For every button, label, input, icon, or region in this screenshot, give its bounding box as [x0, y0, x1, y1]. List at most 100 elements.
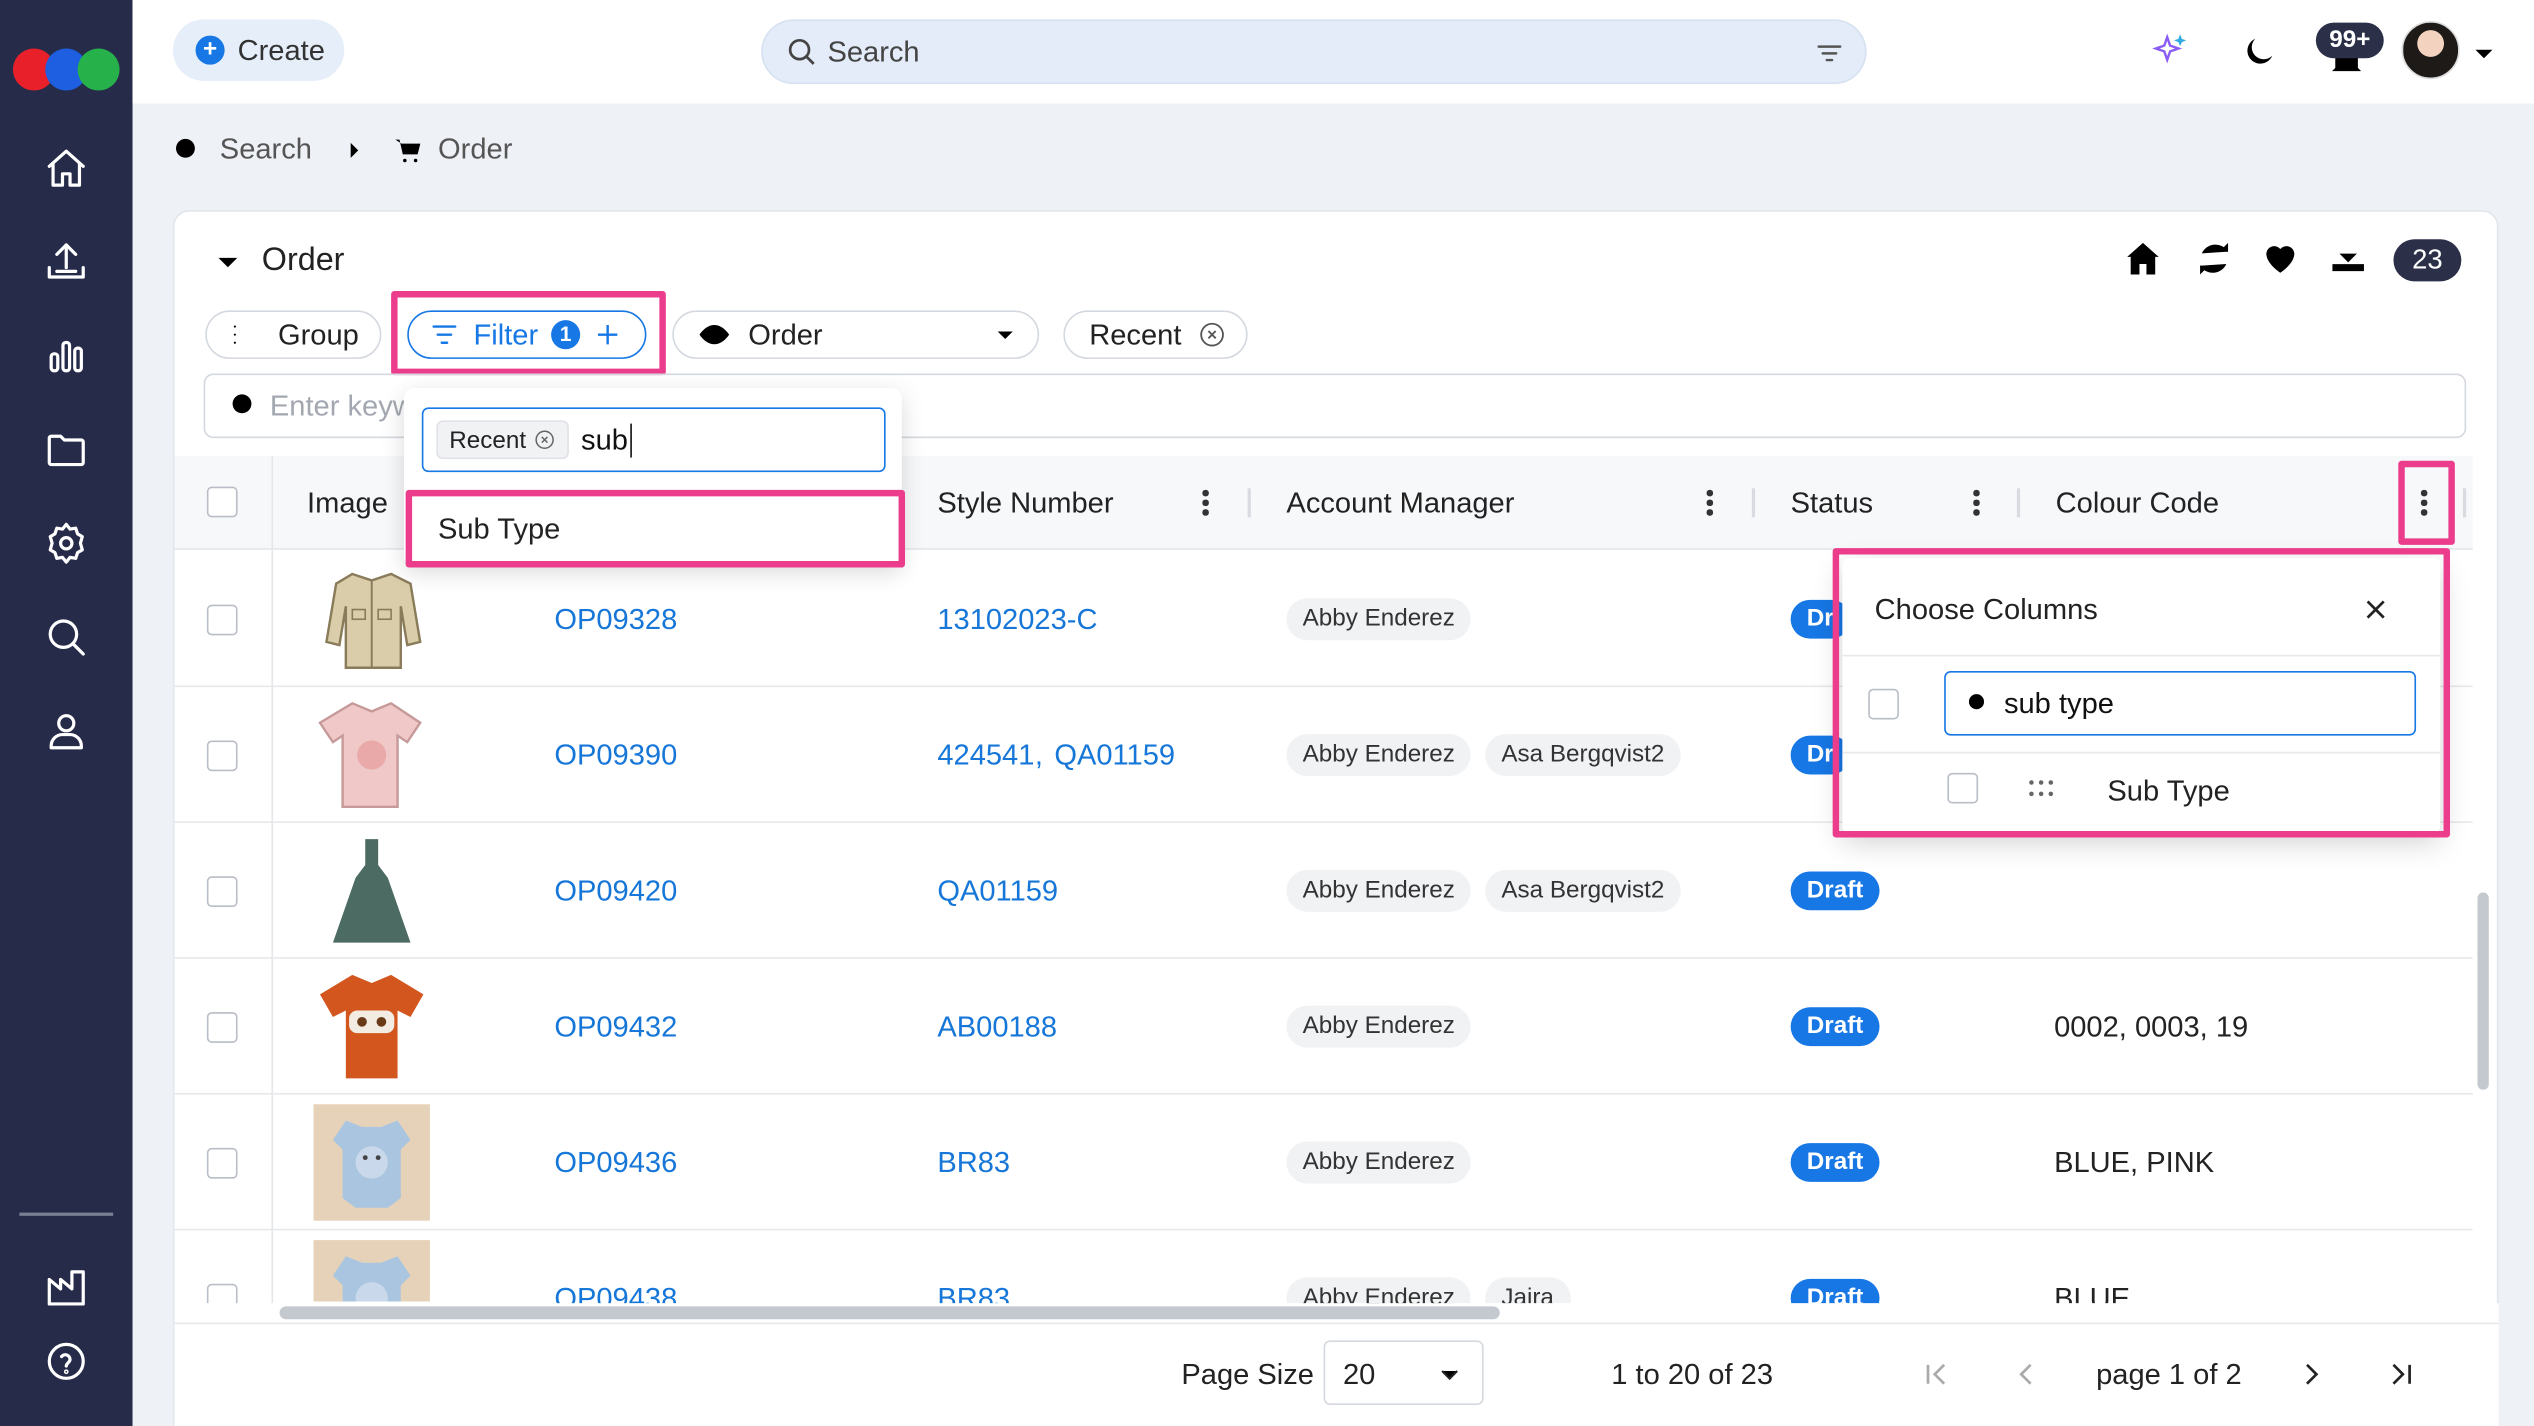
- product-image[interactable]: [313, 1240, 430, 1302]
- sidebar-divider: [19, 1212, 114, 1216]
- style-number-link[interactable]: AB00188: [937, 1010, 1057, 1044]
- option-highlight: [405, 489, 906, 568]
- row-checkbox[interactable]: [206, 876, 238, 908]
- factory-icon[interactable]: [40, 1261, 92, 1313]
- view-select[interactable]: Order: [672, 310, 1040, 359]
- group-label: Group: [277, 317, 359, 351]
- vertical-scrollbar[interactable]: [2477, 892, 2489, 1090]
- filter-lines-icon[interactable]: [1813, 37, 1845, 69]
- upload-icon[interactable]: [40, 236, 92, 288]
- row-checkbox[interactable]: [206, 1147, 238, 1179]
- next-page-icon[interactable]: [2295, 1358, 2327, 1390]
- home-outline-icon[interactable]: [2122, 238, 2164, 280]
- order-number-link[interactable]: OP09432: [554, 1010, 677, 1044]
- keyword-search-icon: [232, 394, 257, 418]
- column-separator[interactable]: [1247, 488, 1251, 518]
- style-number-link[interactable]: 13102023-C: [937, 603, 1097, 637]
- page-size-value: 20: [1342, 1358, 1376, 1391]
- order-number-link[interactable]: OP09328: [554, 603, 677, 637]
- refresh-icon[interactable]: [2193, 238, 2235, 280]
- row-checkbox[interactable]: [206, 604, 238, 636]
- create-label: Create: [237, 33, 325, 66]
- account-manager-menu-icon[interactable]: [1706, 489, 1713, 516]
- account-manager-chip: Asa Bergqvist2: [1485, 869, 1681, 912]
- remove-recent-icon[interactable]: [1198, 320, 1227, 349]
- last-page-icon[interactable]: [2385, 1358, 2417, 1390]
- style-number-link[interactable]: QA01159: [937, 875, 1058, 909]
- page-size-label: Page Size: [1181, 1358, 1314, 1391]
- column-separator[interactable]: [1751, 488, 1756, 518]
- product-image[interactable]: [314, 833, 430, 949]
- create-button[interactable]: + Create: [172, 19, 345, 81]
- order-number-link[interactable]: OP09390: [554, 739, 677, 773]
- prev-page-icon[interactable]: [2010, 1358, 2042, 1390]
- order-number-link[interactable]: OP09436: [554, 1146, 677, 1180]
- page-size-chevron-icon: [1441, 1370, 1458, 1381]
- column-menu-highlight: [2398, 460, 2455, 545]
- row-checkbox[interactable]: [206, 1012, 238, 1043]
- select-all-checkbox[interactable]: [206, 486, 238, 518]
- breadcrumb: Search Order: [171, 133, 512, 167]
- colour-code-value: 0002, 0003, 19: [2054, 1010, 2249, 1043]
- first-page-icon[interactable]: [1920, 1358, 1952, 1390]
- column-status[interactable]: Status: [1791, 487, 1873, 521]
- horizontal-scrollbar[interactable]: [279, 1306, 1500, 1320]
- page-size-select[interactable]: 20: [1323, 1340, 1484, 1405]
- colour-code-value: BLUE, PINK: [2054, 1146, 2215, 1179]
- column-separator[interactable]: [2016, 488, 2021, 518]
- record-count-badge: 23: [2393, 239, 2462, 282]
- home-icon[interactable]: [40, 142, 92, 194]
- account-manager-chip: Abby Enderez: [1286, 1141, 1472, 1184]
- row-checkbox[interactable]: [206, 740, 238, 772]
- bar-chart-icon[interactable]: [40, 330, 92, 382]
- settings-icon[interactable]: [40, 517, 92, 569]
- filter-query: sub: [581, 422, 632, 457]
- product-image[interactable]: [314, 697, 430, 813]
- folder-icon[interactable]: [40, 424, 92, 476]
- search-icon: [788, 38, 815, 65]
- brand-logo: [12, 48, 120, 91]
- avatar[interactable]: [2401, 21, 2460, 80]
- search-nav-icon[interactable]: [40, 611, 92, 663]
- filter-tag-label: Recent: [449, 426, 527, 454]
- breadcrumb-search[interactable]: Search: [220, 133, 312, 167]
- panel-highlight: [1832, 548, 2451, 838]
- global-search-input[interactable]: Search: [761, 19, 1867, 85]
- collapse-chevron-icon[interactable]: [212, 246, 244, 278]
- style-number-link[interactable]: QA01159: [1054, 739, 1175, 773]
- status-badge: Draft: [1790, 871, 1880, 911]
- record-range: 1 to 20 of 23: [1611, 1358, 1774, 1391]
- download-icon[interactable]: [2327, 236, 2369, 278]
- column-style-number[interactable]: Style Number: [937, 487, 1113, 521]
- style-number-menu-icon[interactable]: [1202, 489, 1209, 516]
- view-label: Order: [748, 317, 823, 351]
- column-image: Image: [307, 486, 388, 519]
- order-number-link[interactable]: OP09420: [554, 875, 677, 909]
- column-colour-code[interactable]: Colour Code: [2056, 487, 2219, 521]
- product-image[interactable]: [313, 1104, 430, 1221]
- view-chevron-icon: [997, 331, 1013, 339]
- user-icon[interactable]: [40, 705, 92, 757]
- sparkle-icon[interactable]: [2151, 32, 2190, 71]
- filter-search-input[interactable]: Recent sub: [421, 407, 886, 473]
- account-manager-chip: Abby Enderez: [1286, 1005, 1472, 1048]
- column-account-manager[interactable]: Account Manager: [1286, 487, 1514, 521]
- style-number-link[interactable]: 424541: [937, 739, 1034, 773]
- remove-tag-icon[interactable]: [533, 428, 556, 451]
- sidebar: [0, 0, 133, 1426]
- cart-icon: [395, 138, 421, 162]
- account-manager-chip: Abby Enderez: [1286, 869, 1472, 912]
- product-image[interactable]: [314, 561, 430, 677]
- search-placeholder: Search: [827, 34, 920, 68]
- product-image[interactable]: [314, 968, 430, 1084]
- heart-icon[interactable]: [2259, 238, 2301, 280]
- recent-tag[interactable]: Recent: [1063, 310, 1248, 359]
- chevron-right-icon: [350, 142, 359, 158]
- help-icon[interactable]: [40, 1335, 92, 1387]
- status-menu-icon[interactable]: [1973, 489, 1979, 516]
- keyword-placeholder: Enter keyw: [269, 388, 414, 422]
- moon-icon[interactable]: [2240, 32, 2279, 71]
- group-button[interactable]: Group: [205, 310, 382, 359]
- style-number-link[interactable]: BR83: [937, 1146, 1010, 1180]
- chevron-down-icon[interactable]: [2469, 39, 2498, 68]
